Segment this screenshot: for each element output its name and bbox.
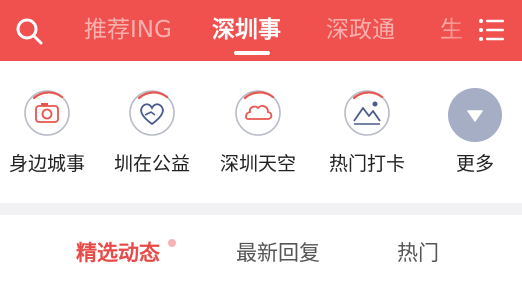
cloud-icon [233,88,283,138]
heart-hand-icon [127,88,177,138]
tab-latest-replies[interactable]: 最新回复 [236,237,320,267]
tab-hot[interactable]: 热门 [397,237,439,267]
shortcut-label: 深圳天空 [219,153,296,175]
feed-tabs: 精选动态 最新回复 热门 [0,215,522,283]
shortcut-label: 更多 [455,153,494,175]
new-indicator-dot [168,239,176,247]
camera-icon [22,88,72,138]
tab-government[interactable]: 深政通 [326,15,395,45]
shortcut-shenzhen-sky[interactable]: 深圳天空 [208,61,308,203]
menu-list-icon[interactable] [476,14,508,46]
shortcut-more[interactable]: 更多 [425,61,522,203]
shortcut-label: 热门打卡 [328,153,405,175]
shortcut-popular-checkin[interactable]: 热门打卡 [317,61,417,203]
shortcut-charity[interactable]: 圳在公益 [102,61,202,203]
active-tab-indicator [234,51,270,55]
top-nav-bar: 推荐ING 深圳事 深政通 生 [0,0,522,61]
landscape-icon [342,88,392,138]
shortcut-label: 身边城事 [8,153,85,175]
shortcut-label: 圳在公益 [113,153,190,175]
chevron-down-icon [467,110,483,122]
more-button-circle [448,88,502,142]
tab-shenzhen-news[interactable]: 深圳事 [212,15,281,45]
shortcut-nearby-events[interactable]: 身边城事 [0,61,97,203]
tab-recommend[interactable]: 推荐ING [84,15,172,45]
section-divider [0,203,522,215]
shortcut-row: 身边城事 圳在公益 深圳天空 热门打卡 更多 [0,61,522,203]
tab-featured[interactable]: 精选动态 [76,237,160,267]
